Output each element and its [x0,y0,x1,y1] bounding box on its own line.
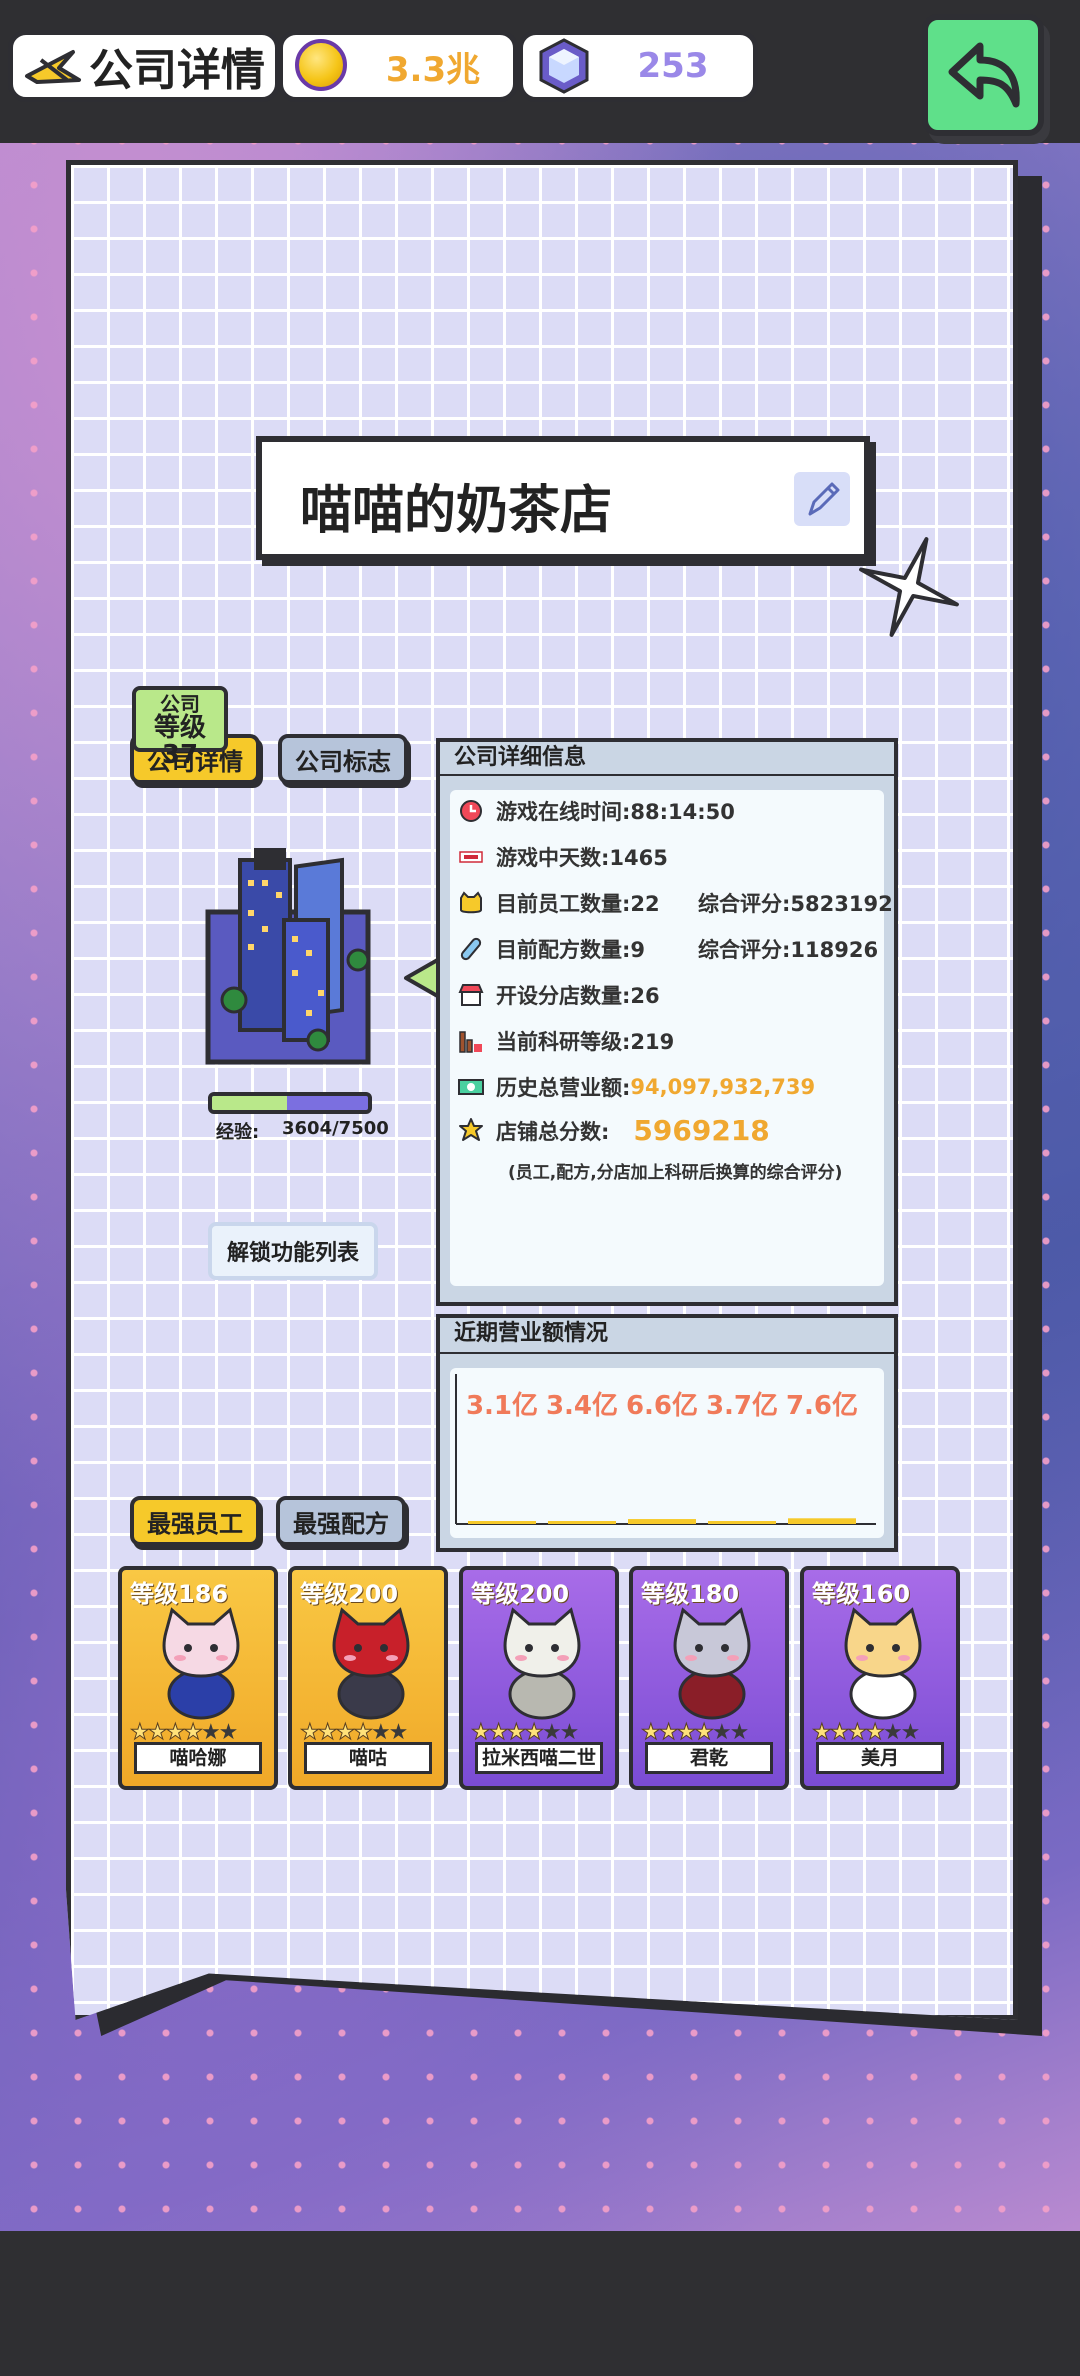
back-button[interactable] [922,14,1044,136]
store-score-row: 店铺总分数: 5969218 [458,1114,770,1147]
cat-avatar-image [673,1607,751,1720]
unlock-features-button[interactable]: 解锁功能列表 [208,1222,378,1280]
page-title-pill: 公司详情 [8,30,280,102]
employee-card[interactable]: 等级186 ★★★★★★ 喵哈娜 [118,1566,278,1790]
gold-coin-icon [295,39,347,91]
chart-bar [548,1521,616,1524]
employee-name: 喵咕 [304,1742,432,1774]
chart-bar [708,1521,776,1524]
recipe-count: 目前配方数量:9 [496,938,646,962]
store-score-value: 5969218 [633,1114,770,1147]
tab-strongest-employees[interactable]: 最强员工 [130,1496,260,1546]
employee-name: 拉米西喵二世 [475,1742,603,1774]
chart-bar [788,1518,856,1524]
details-panel-header: 公司详细信息 [436,738,898,778]
research-row: 当前科研等级:219 [458,1026,674,1056]
score-note: (员工,配方,分店加上科研后换算的综合评分) [508,1163,843,1183]
experience-value: 3604/7500 [282,1118,389,1139]
revenue-panel-header: 近期营业额情况 [436,1314,898,1356]
tab-company-logo[interactable]: 公司标志 [278,734,408,784]
branches-row: 开设分店数量:26 [458,980,660,1010]
money-icon [458,1079,484,1095]
clock-icon [460,800,482,822]
shop-icon [458,984,484,1006]
online-time-row: 游戏在线时间:88:14:50 [458,796,735,826]
revenue-value: 94,097,932,739 [630,1075,816,1099]
test-tube-icon [460,937,482,961]
chart-data-label: 3.7亿 [706,1391,778,1421]
experience-bar [208,1092,372,1114]
cat-avatar-image [162,1607,240,1720]
company-level-badge: 公司 等级37 [132,686,228,769]
chart-bar [468,1521,536,1524]
employee-count: 目前员工数量:22 [496,892,660,916]
company-building-image [205,848,371,1065]
hex-gem-icon [539,38,589,94]
cat-avatar-image [503,1607,581,1720]
revenue-chart: 3.1亿 3.4亿 6.6亿 3.7亿 7.6亿 [455,1374,876,1525]
shop-name: 喵喵的奶茶店 [300,481,613,541]
game-days-row: 游戏中天数:1465 [458,842,668,872]
employee-card[interactable]: 等级200 ★★★★★★ 喵咕 [288,1566,448,1790]
chart-bar [628,1519,696,1524]
recipes-row: 目前配方数量:9 [458,934,645,964]
cat-avatar-image [332,1607,410,1720]
edit-name-button[interactable] [794,472,850,526]
experience-label: 经验: [216,1122,260,1143]
employee-name: 美月 [816,1742,944,1774]
gem-amount: 253 [637,46,709,86]
experience-fill [212,1096,287,1110]
company-level-label: 公司 [160,692,200,716]
chart-data-label: 3.4亿 [546,1391,618,1421]
company-level: 等级37 [153,713,206,771]
chart-data-label: 7.6亿 [786,1391,858,1421]
chart-data-label: 6.6亿 [626,1391,698,1421]
revenue-label: 历史总营业额: [496,1076,631,1100]
page-title: 公司详情 [89,45,265,96]
game-days: 游戏中天数:1465 [496,846,668,870]
gem-counter[interactable]: 253 [518,30,758,102]
employee-card[interactable]: 等级180 ★★★★★★ 君乾 [629,1566,789,1790]
revenue-row: 历史总营业额: 94,097,932,739 [458,1072,815,1102]
employee-name: 喵哈娜 [134,1742,262,1774]
cat-avatar-image [844,1607,922,1720]
recipes-score: 综合评分:118926 [698,938,879,962]
sparkle-icon [859,537,959,637]
store-score-label: 店铺总分数: [496,1119,610,1144]
chart-data-label: 3.1亿 [466,1391,538,1421]
employee-name: 君乾 [645,1742,773,1774]
star-badge-icon [459,1117,483,1141]
company-logo-icon [25,50,81,84]
research-level: 当前科研等级:219 [496,1030,675,1054]
employee-card[interactable]: 等级200 ★★★★★★ 拉米西喵二世 [459,1566,619,1790]
tab-strongest-recipes[interactable]: 最强配方 [276,1496,406,1546]
coin-amount: 3.3兆 [385,49,481,90]
branch-count: 开设分店数量:26 [496,984,660,1008]
pencil-icon [808,482,840,516]
cat-face-icon [460,891,482,914]
day-icon [459,851,483,863]
employees-row: 目前员工数量:22 [458,888,660,918]
research-level-icon [459,1031,482,1053]
back-arrow-icon [948,42,1020,108]
shop-name-box: 喵喵的奶茶店 [256,436,870,560]
online-time: 游戏在线时间:88:14:50 [496,800,735,824]
employee-card[interactable]: 等级160 ★★★★★★ 美月 [800,1566,960,1790]
coin-counter[interactable]: 3.3兆 [278,30,518,102]
employees-score: 综合评分:5823192 [698,892,893,916]
